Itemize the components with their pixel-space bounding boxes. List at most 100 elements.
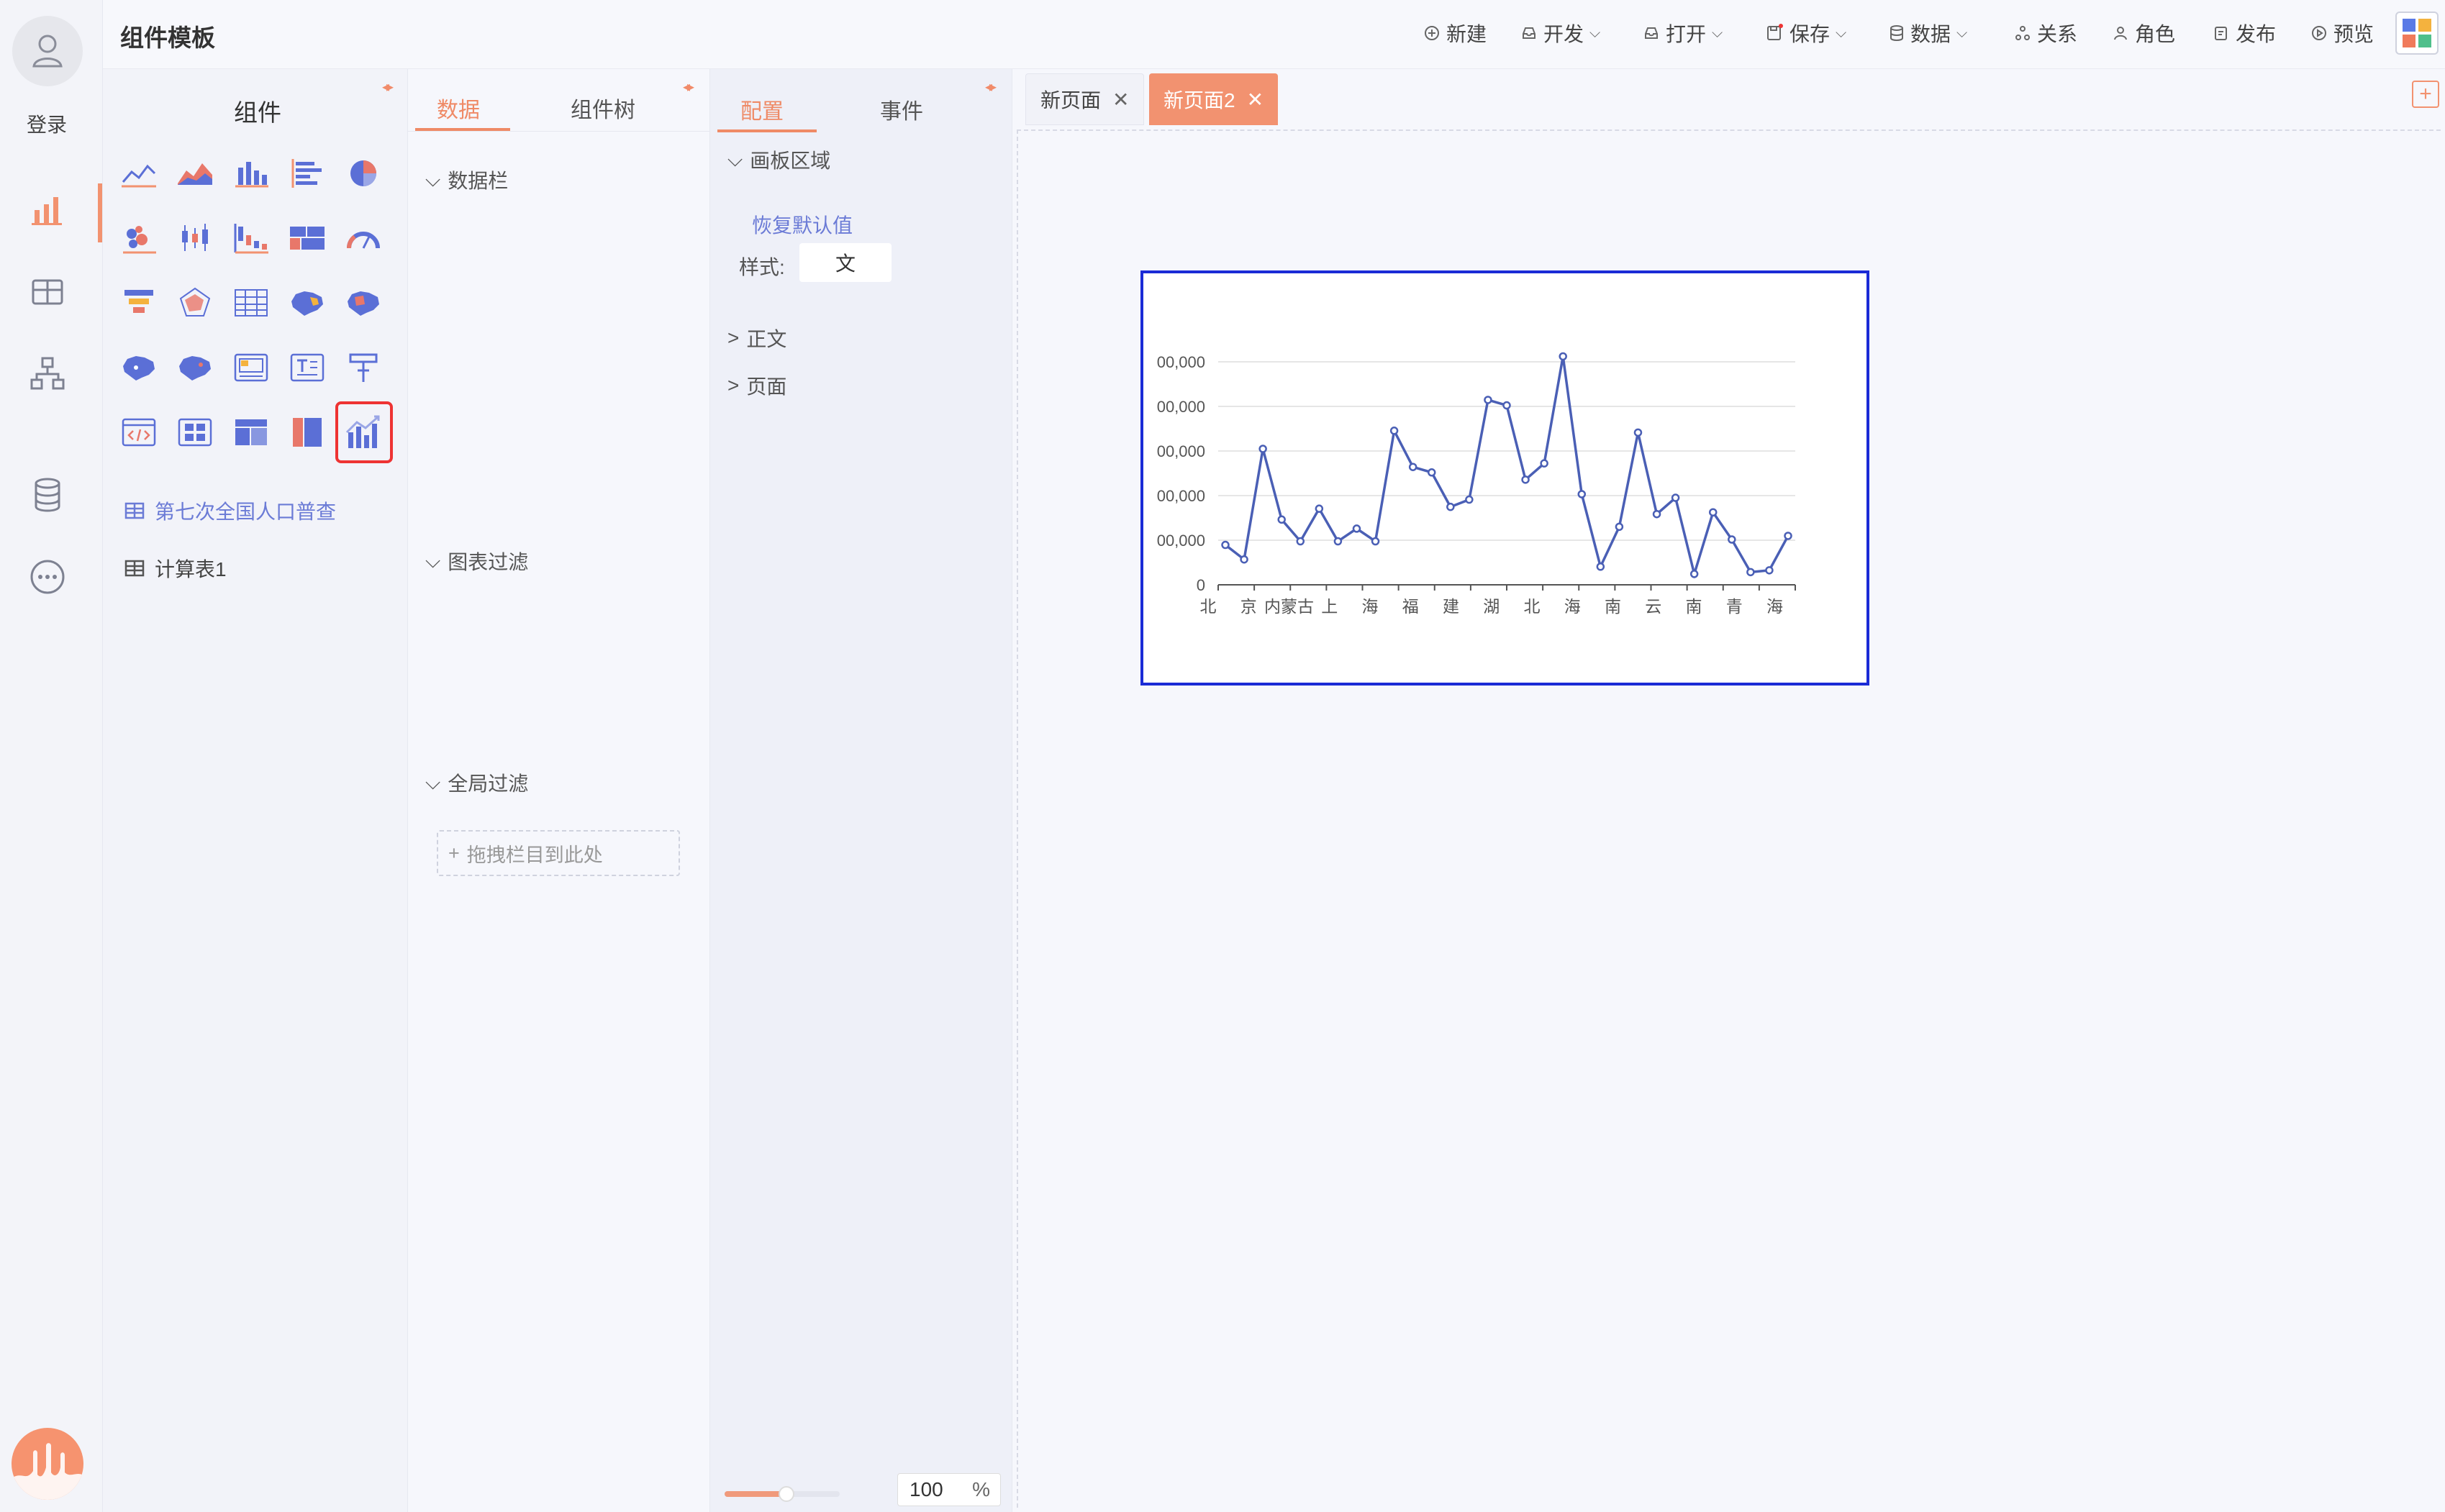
data-point <box>1596 563 1605 571</box>
avatar[interactable] <box>12 16 83 86</box>
role-button[interactable]: 角色 <box>2112 19 2175 47</box>
collapse-arrows-icon[interactable]: ◂▸ <box>985 78 997 96</box>
chevron-down-icon: ⌵ <box>1712 24 1723 41</box>
filter-component-icon[interactable] <box>338 342 389 393</box>
treemap-chart-icon[interactable] <box>282 213 332 263</box>
horizontal-bar-chart-icon[interactable] <box>282 148 332 199</box>
split-layout-icon[interactable] <box>282 407 332 457</box>
data-point <box>1465 495 1474 504</box>
area-chart-icon[interactable] <box>170 148 220 199</box>
table-nav-icon[interactable] <box>26 270 69 314</box>
chart-filter-section[interactable]: ⌵ 图表过滤 <box>425 547 528 575</box>
data-point <box>1633 428 1643 437</box>
pie-chart-icon[interactable] <box>338 148 389 199</box>
text-component-icon[interactable] <box>282 342 332 393</box>
collapse-arrows-icon[interactable]: ◂▸ <box>382 78 394 96</box>
chart-component[interactable]: 0 00,000 00,000 00,000 00,000 00,000 北 京内蒙古上 海 福 建… <box>1140 270 1869 686</box>
relation-button[interactable]: 关系 <box>2014 19 2077 47</box>
data-point <box>1577 490 1587 498</box>
data-point <box>1765 566 1774 575</box>
container-layout-icon[interactable] <box>226 407 276 457</box>
bar-chart-nav-icon[interactable] <box>26 188 69 232</box>
dataset-item[interactable]: 第七次全国人口普查 <box>124 496 336 525</box>
data-point <box>1615 522 1624 532</box>
theme-grid-icon[interactable] <box>2395 12 2439 55</box>
chevron-down-icon: ⌵ <box>727 147 743 170</box>
scatter-chart-icon[interactable] <box>114 213 164 263</box>
logo-icon <box>12 1443 83 1500</box>
x-tick-label: 北 <box>1200 597 1217 616</box>
preview-button[interactable]: 预览 <box>2310 19 2374 47</box>
preview-label: 预览 <box>2333 23 2374 45</box>
waterfall-chart-icon[interactable] <box>226 213 276 263</box>
page-section[interactable]: > 页面 <box>727 371 786 400</box>
page-tab-active[interactable]: 新页面2 ✕ <box>1149 73 1279 125</box>
map-heat-chart-icon[interactable] <box>338 278 389 328</box>
x-tick-label: 上 <box>1321 597 1338 616</box>
app-logo <box>12 1428 83 1500</box>
tab-events[interactable]: 事件 <box>880 94 923 125</box>
x-tick-label: 北 <box>1523 597 1540 616</box>
bar-chart-icon[interactable] <box>226 148 276 199</box>
component-panel: 组件 ◂▸ 第七次全国人口普查 计算表1 <box>103 69 408 1512</box>
login-label[interactable]: 登录 <box>0 109 94 138</box>
radar-chart-icon[interactable] <box>170 278 220 328</box>
canvas-region-section[interactable]: ⌵ 画板区域 <box>727 145 830 174</box>
y-tick-label: 00,000 <box>1157 442 1205 460</box>
data-bar-section[interactable]: ⌵ 数据栏 <box>425 165 508 194</box>
left-navigation: 登录 <box>0 0 103 1512</box>
code-component-icon[interactable] <box>114 407 164 457</box>
tab-data[interactable]: 数据 <box>437 92 480 124</box>
data-point <box>1277 515 1286 524</box>
data-menu[interactable]: 数据 ⌵ <box>1889 19 1967 47</box>
more-nav-icon[interactable] <box>26 555 69 598</box>
zoom-input[interactable]: 100 % <box>897 1473 1001 1506</box>
candlestick-chart-icon[interactable] <box>170 213 220 263</box>
gauge-chart-icon[interactable] <box>338 213 389 263</box>
line-chart-icon[interactable] <box>114 148 164 199</box>
user-icon <box>2114 27 2127 40</box>
reset-default-link[interactable]: 恢复默认值 <box>752 210 853 239</box>
global-filter-dropzone[interactable]: + 拖拽栏目到此处 <box>437 830 680 876</box>
map-bubble-chart-icon[interactable] <box>170 342 220 393</box>
data-panel: ◂▸ 数据 组件树 ⌵ 数据栏 ⌵ 图表过滤 ⌵ 全局过滤 + 拖拽栏目到此处 <box>408 69 710 1512</box>
save-menu[interactable]: 保存 ⌵ <box>1765 19 1846 47</box>
combo-chart-icon[interactable] <box>335 401 393 463</box>
open-menu[interactable]: 打开 ⌵ <box>1643 19 1723 47</box>
new-label: 新建 <box>1446 23 1487 45</box>
collapse-arrows-icon[interactable]: ◂▸ <box>683 78 694 96</box>
table-chart-icon[interactable] <box>226 278 276 328</box>
table-icon <box>124 560 145 577</box>
close-icon[interactable]: ✕ <box>1247 88 1264 111</box>
develop-menu[interactable]: 开发 ⌵ <box>1520 19 1600 47</box>
x-tick-label: 京 <box>1240 597 1257 616</box>
open-label: 打开 <box>1666 23 1707 45</box>
funnel-chart-icon[interactable] <box>114 278 164 328</box>
style-select[interactable]: 文 <box>799 243 892 282</box>
dataset-label: 第七次全国人口普查 <box>155 501 337 523</box>
data-point <box>1484 396 1492 404</box>
global-filter-section[interactable]: ⌵ 全局过滤 <box>425 768 528 797</box>
add-page-button[interactable]: + <box>2412 81 2439 108</box>
dataset-item[interactable]: 计算表1 <box>124 554 227 583</box>
zoom-slider-thumb[interactable] <box>779 1486 795 1502</box>
map-region-chart-icon[interactable] <box>114 342 164 393</box>
image-component-icon[interactable] <box>226 342 276 393</box>
plus-icon: + <box>448 842 460 864</box>
publish-button[interactable]: 发布 <box>2213 19 2276 47</box>
zoom-unit: % <box>972 1478 990 1500</box>
hierarchy-nav-icon[interactable] <box>26 352 69 396</box>
close-icon[interactable]: ✕ <box>1112 88 1129 111</box>
body-section[interactable]: > 正文 <box>727 324 786 352</box>
database-nav-icon[interactable] <box>26 473 69 516</box>
zoom-slider-fill <box>725 1491 787 1497</box>
map-chart-icon[interactable] <box>282 278 332 328</box>
tab-component-tree[interactable]: 组件树 <box>571 92 635 124</box>
page-tab-label: 新页面2 <box>1163 89 1235 111</box>
page-tab[interactable]: 新页面 ✕ <box>1025 73 1145 125</box>
save-label: 保存 <box>1789 23 1831 45</box>
grid-layout-icon[interactable] <box>170 407 220 457</box>
table-icon <box>124 502 145 519</box>
tab-config[interactable]: 配置 <box>740 94 784 125</box>
new-button[interactable]: 新建 <box>1423 19 1487 47</box>
